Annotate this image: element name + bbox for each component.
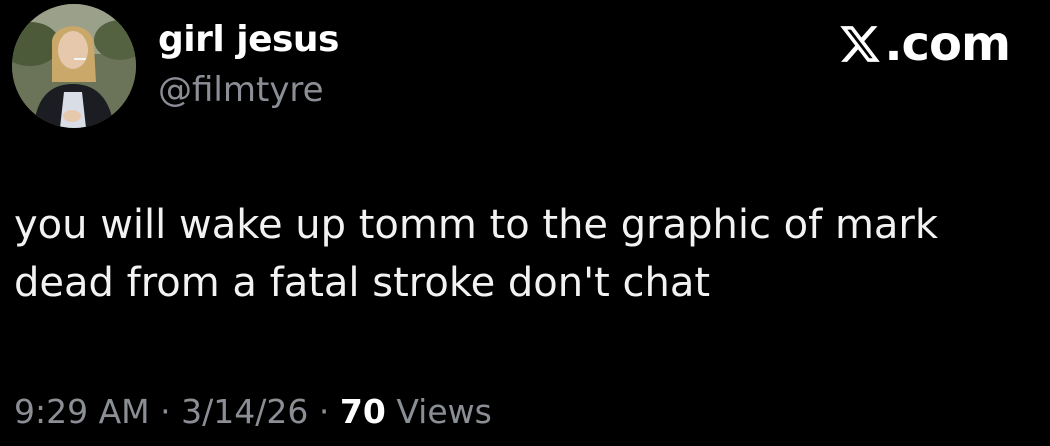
tweet-date[interactable]: 3/14/26 [181, 392, 308, 431]
views-label[interactable]: Views [396, 392, 492, 431]
tweet-time[interactable]: 9:29 AM [14, 392, 150, 431]
tweet-text-line: dead from a fatal stroke don't chat [14, 260, 711, 306]
user-handle[interactable]: @filmtyre [158, 66, 324, 114]
meta-separator: · [318, 392, 330, 431]
brand-domain-suffix: .com [884, 16, 1011, 72]
x-logo-icon [838, 22, 882, 66]
tweet-meta: 9:29 AM · 3/14/26 · 70 Views [14, 388, 492, 436]
avatar[interactable] [12, 4, 136, 128]
display-name[interactable]: girl jesus [158, 14, 339, 66]
meta-separator: · [160, 392, 171, 431]
tweet-text-line: you will wake up tomm to the graphic of … [14, 202, 939, 248]
tweet-text: you will wake up tomm to the graphic of … [14, 196, 1024, 312]
views-count[interactable]: 70 [340, 392, 386, 431]
tweet-card: girl jesus @filmtyre .com you will wake … [0, 0, 1050, 446]
profile-photo-avatar [12, 4, 136, 128]
x-brand-logo: .com [838, 14, 1011, 74]
